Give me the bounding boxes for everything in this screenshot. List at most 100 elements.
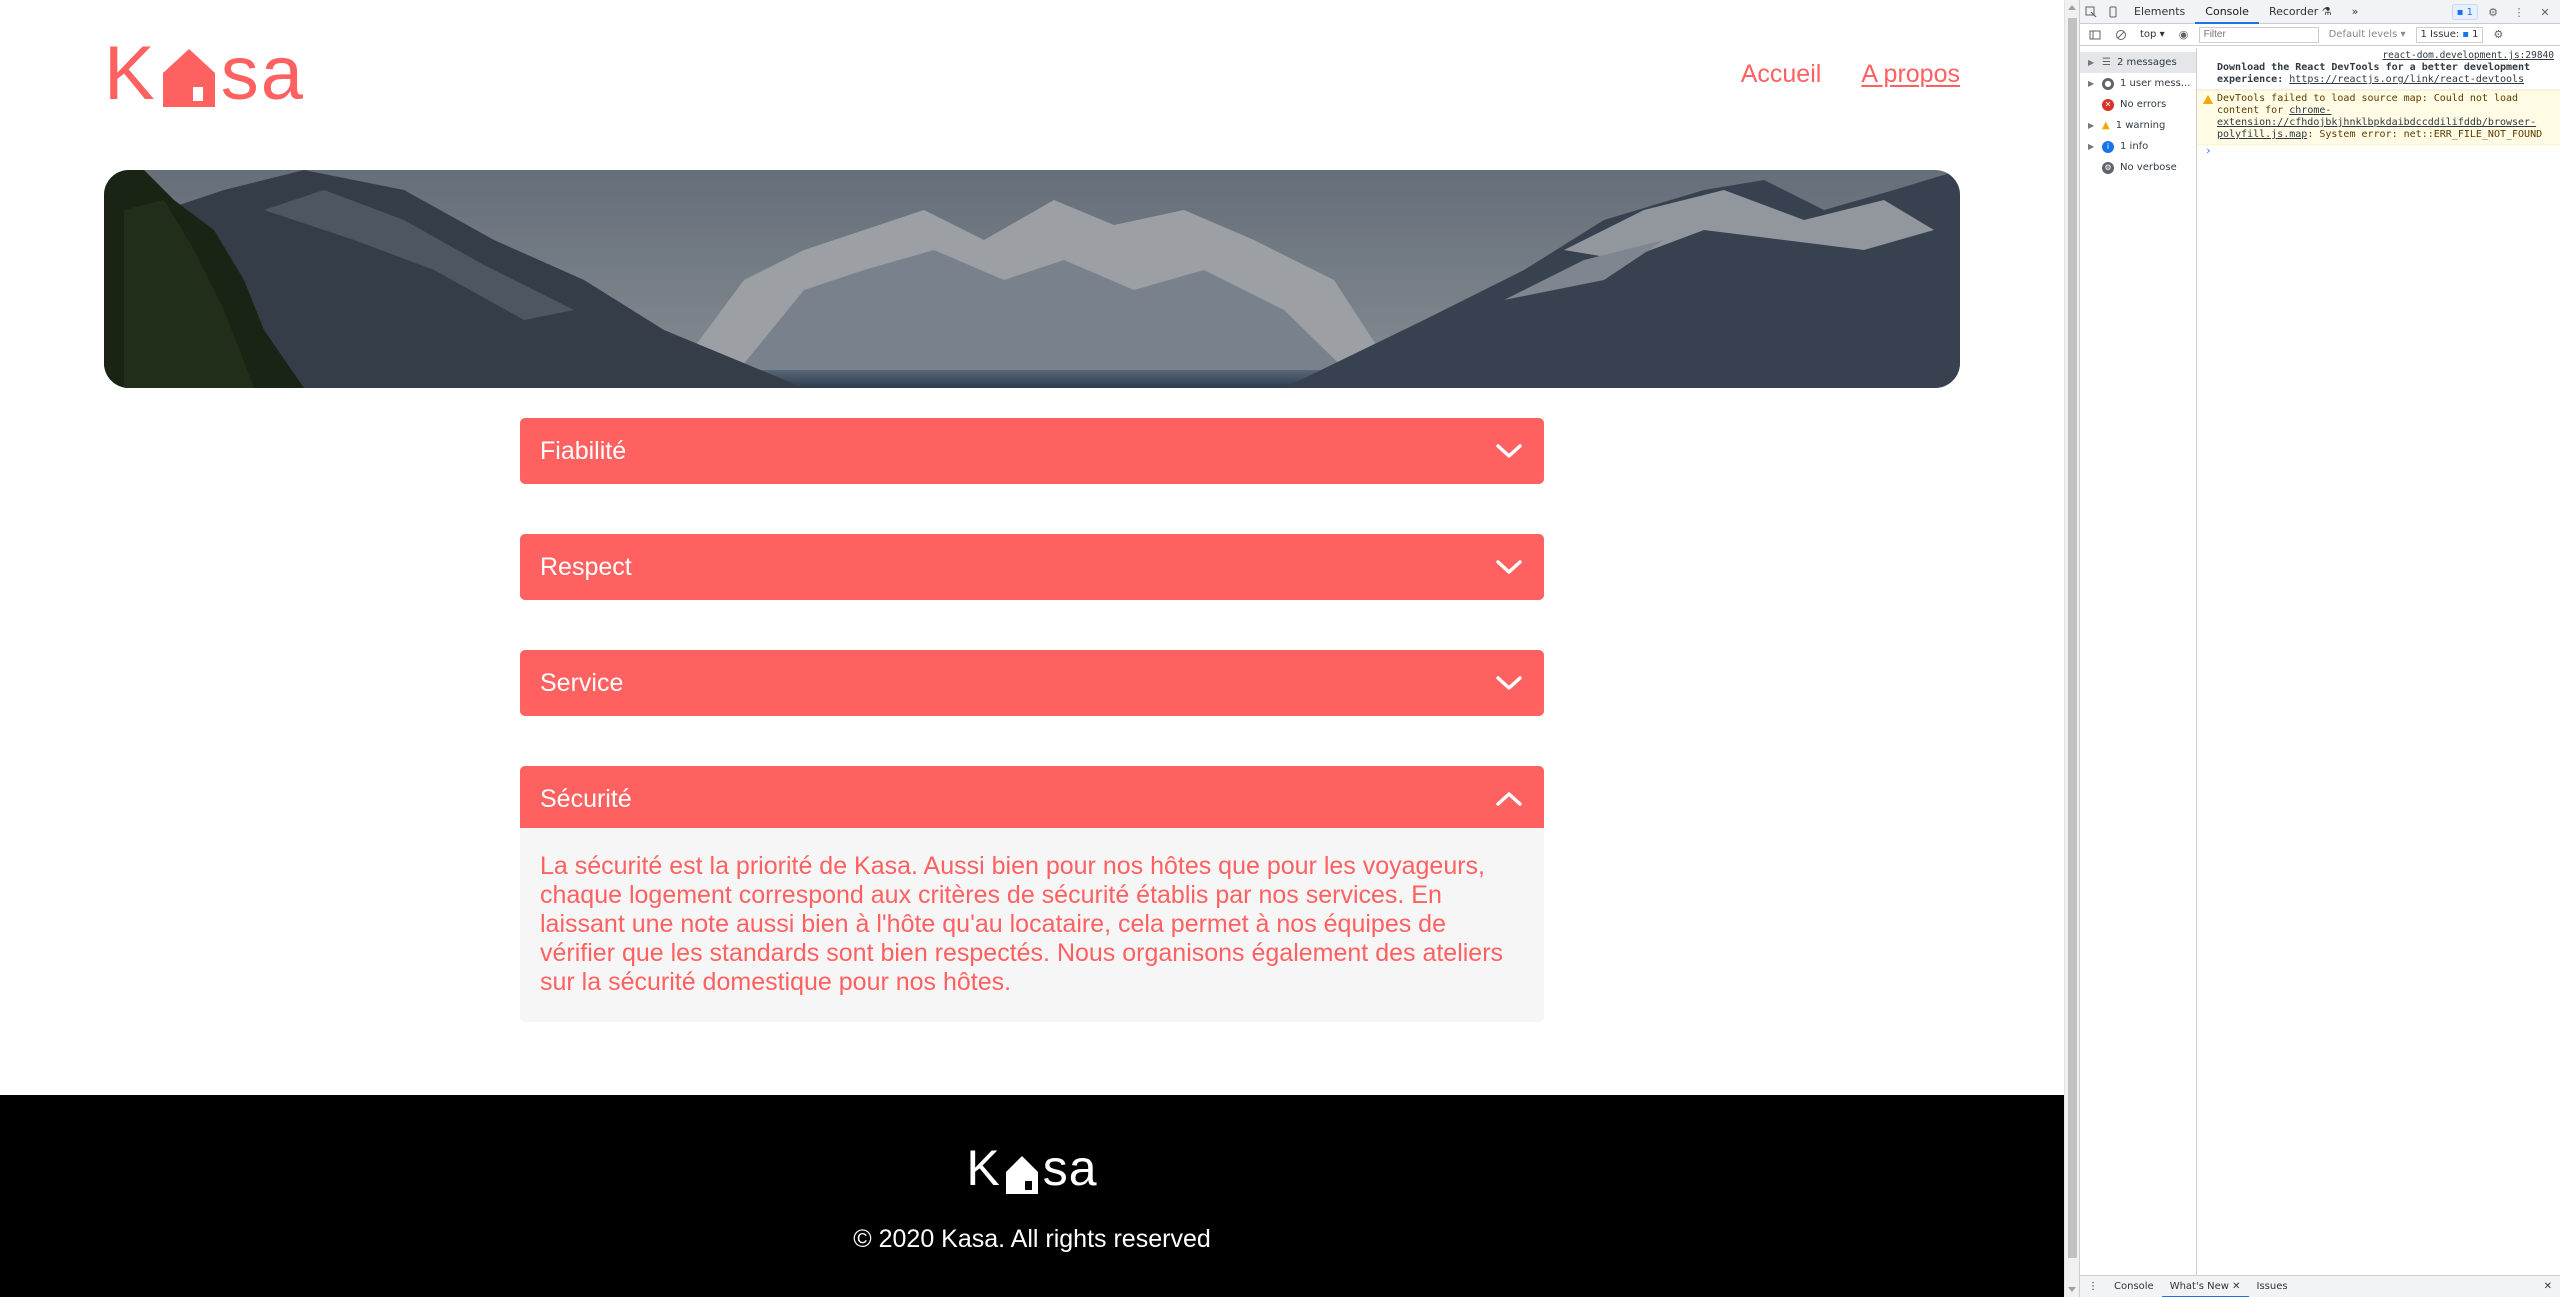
sidebar-item-label: No verbose [2120, 162, 2177, 173]
sidebar-item-info[interactable]: ▶ i 1 info [2080, 136, 2196, 157]
sidebar-item-label: No errors [2120, 99, 2167, 110]
accordion-content-securite: La sécurité est la priorité de Kasa. Aus… [520, 828, 1544, 1022]
footer-logo-letters-sa: sa [1042, 1140, 1098, 1196]
drawer-menu-icon[interactable]: ⋮ [2080, 1276, 2106, 1297]
nav-link-accueil[interactable]: Accueil [1741, 60, 1822, 89]
drawer-tabbar: ⋮ Console What's New ✕ Issues ✕ [2080, 1275, 2560, 1297]
kasa-logo[interactable]: K sa [104, 31, 305, 116]
react-devtools-link[interactable]: https://reactjs.org/link/react-devtools [2289, 74, 2524, 85]
page-scrollbar[interactable] [2064, 0, 2079, 1297]
console-filter-input[interactable] [2198, 26, 2319, 43]
message-source-link[interactable]: react-dom.development.js:29840 [2217, 50, 2554, 62]
expand-triangle-icon[interactable]: ▶ [2088, 121, 2096, 130]
settings-gear-icon[interactable]: ⚙ [2482, 1, 2504, 23]
warning-icon: ▲ [2102, 120, 2110, 131]
accordion-service: Service [520, 650, 1544, 716]
expand-triangle-icon[interactable]: ▶ [2088, 79, 2096, 88]
chevron-down-icon[interactable] [1494, 668, 1524, 698]
console-settings-gear-icon[interactable]: ⚙ [2487, 24, 2509, 46]
tab-recorder-label: Recorder [2268, 4, 2319, 18]
expand-triangle-icon[interactable]: ▶ [2088, 58, 2096, 67]
sidebar-item-errors[interactable]: ✕ No errors [2080, 94, 2196, 115]
console-messages: react-dom.development.js:29840 Download … [2197, 48, 2560, 1275]
close-devtools-icon[interactable]: ✕ [2534, 1, 2556, 23]
console-prompt[interactable]: › [2197, 145, 2560, 157]
sidebar-item-label: 2 messages [2116, 57, 2177, 68]
issues-message-icon: ▪ [2462, 28, 2470, 40]
accordion-title: Sécurité [540, 784, 632, 813]
devtools-tabbar-right: ▪ 1 ⚙ ⋮ ✕ [2451, 0, 2560, 24]
accordion-securite: Sécurité La sécurité est la priorité de … [520, 766, 1544, 1022]
close-tab-icon[interactable]: ✕ [2232, 1281, 2240, 1292]
accordion-title: Service [540, 668, 624, 697]
tab-recorder[interactable]: Recorder ⚗ [2259, 0, 2342, 24]
messages-badge[interactable]: ▪ 1 [2451, 4, 2478, 20]
accordion-title: Respect [540, 552, 632, 581]
accordion-header-respect[interactable]: Respect [520, 534, 1544, 600]
user-icon: ● [2102, 77, 2114, 90]
scrollbar-thumb[interactable] [2068, 18, 2077, 1258]
chevron-up-icon[interactable] [1494, 784, 1524, 814]
console-message-info: react-dom.development.js:29840 Download … [2197, 48, 2560, 90]
devtools-panel: Elements Console Recorder ⚗ » ▪ 1 ⚙ ⋮ ✕ … [2079, 0, 2560, 1297]
drawer-tab-issues[interactable]: Issues [2249, 1276, 2296, 1297]
kebab-menu-icon[interactable]: ⋮ [2508, 1, 2530, 23]
sidebar-item-user-messages[interactable]: ▶ ● 1 user mess... [2080, 73, 2196, 94]
logo-letter-k: K [104, 31, 157, 116]
tab-elements[interactable]: Elements [2124, 0, 2195, 24]
flask-icon: ⚗ [2321, 4, 2332, 18]
tab-console[interactable]: Console [2195, 0, 2259, 24]
console-toolbar: top ▾ ◉ Default levels ▾ 1 Issue: ▪ 1 ⚙ [2080, 24, 2560, 46]
issues-counter[interactable]: 1 Issue: ▪ 1 [2415, 26, 2484, 43]
accordion-title: Fiabilité [540, 436, 627, 465]
sidebar-item-label: 1 user mess... [2120, 78, 2191, 89]
console-message-warning: DevTools failed to load source map: Coul… [2197, 90, 2560, 145]
error-icon: ✕ [2102, 98, 2114, 111]
copyright-text: © 2020 Kasa. All rights reserved [853, 1225, 1211, 1253]
site-header: K sa Accueil A propos [104, 31, 1960, 116]
drawer-tab-whats-new[interactable]: What's New ✕ [2161, 1276, 2249, 1297]
expand-triangle-icon[interactable]: ▶ [2088, 142, 2096, 151]
chevron-down-icon[interactable] [1494, 552, 1524, 582]
scroll-up-arrow-icon[interactable] [2068, 5, 2076, 10]
eye-icon[interactable]: ◉ [2173, 24, 2195, 46]
accordion-respect: Respect [520, 534, 1544, 600]
sidebar-toggle-icon[interactable] [2084, 24, 2106, 46]
sidebar-item-label: 1 warning [2115, 120, 2166, 131]
hero-banner-image [104, 170, 1960, 388]
console-sidebar: ▶ ☰ 2 messages ▶ ● 1 user mess... ✕ No e… [2080, 48, 2197, 1275]
message-text-error: : System error: net::ERR_FILE_NOT_FOUND [2307, 129, 2543, 140]
device-toolbar-icon[interactable] [2102, 1, 2124, 23]
sidebar-item-verbose[interactable]: ⚙ No verbose [2080, 157, 2196, 178]
chevron-down-icon[interactable] [1494, 436, 1524, 466]
page-viewport: K sa Accueil A propos Fiabilité Respect … [0, 0, 2064, 1297]
drawer-tab-console[interactable]: Console [2106, 1276, 2162, 1297]
scroll-down-arrow-icon[interactable] [2068, 1287, 2076, 1292]
console-body: ▶ ☰ 2 messages ▶ ● 1 user mess... ✕ No e… [2080, 48, 2560, 1275]
devtools-tabbar: Elements Console Recorder ⚗ » ▪ 1 ⚙ ⋮ ✕ [2080, 0, 2560, 24]
list-icon: ☰ [2102, 57, 2111, 68]
issues-count: 1 [2472, 28, 2479, 40]
context-selector[interactable]: top ▾ [2136, 29, 2169, 40]
main-nav: Accueil A propos [1741, 60, 1960, 89]
info-icon: i [2102, 140, 2114, 153]
message-text: DevTools failed to load source map: Coul… [2217, 93, 2519, 116]
message-icon: ▪ [2456, 7, 2464, 18]
footer-logo-letter-k: K [966, 1140, 1001, 1196]
accordion-header-fiabilite[interactable]: Fiabilité [520, 418, 1544, 484]
accordion-header-service[interactable]: Service [520, 650, 1544, 716]
sidebar-item-messages[interactable]: ▶ ☰ 2 messages [2080, 52, 2196, 73]
log-levels-dropdown[interactable]: Default levels ▾ [2323, 29, 2412, 40]
footer-kasa-logo: K sa [0, 1139, 2064, 1197]
more-tabs-button[interactable]: » [2342, 0, 2369, 24]
sidebar-item-label: 1 info [2120, 141, 2149, 152]
house-icon [161, 47, 217, 109]
logo-letters-sa: sa [220, 31, 305, 116]
accordion-header-securite[interactable]: Sécurité [520, 766, 1544, 832]
nav-link-a-propos[interactable]: A propos [1861, 60, 1960, 89]
warning-icon [2203, 95, 2213, 104]
close-drawer-icon[interactable]: ✕ [2536, 1276, 2560, 1297]
clear-console-icon[interactable] [2110, 24, 2132, 46]
sidebar-item-warnings[interactable]: ▶ ▲ 1 warning [2080, 115, 2196, 136]
inspect-element-icon[interactable] [2080, 1, 2102, 23]
